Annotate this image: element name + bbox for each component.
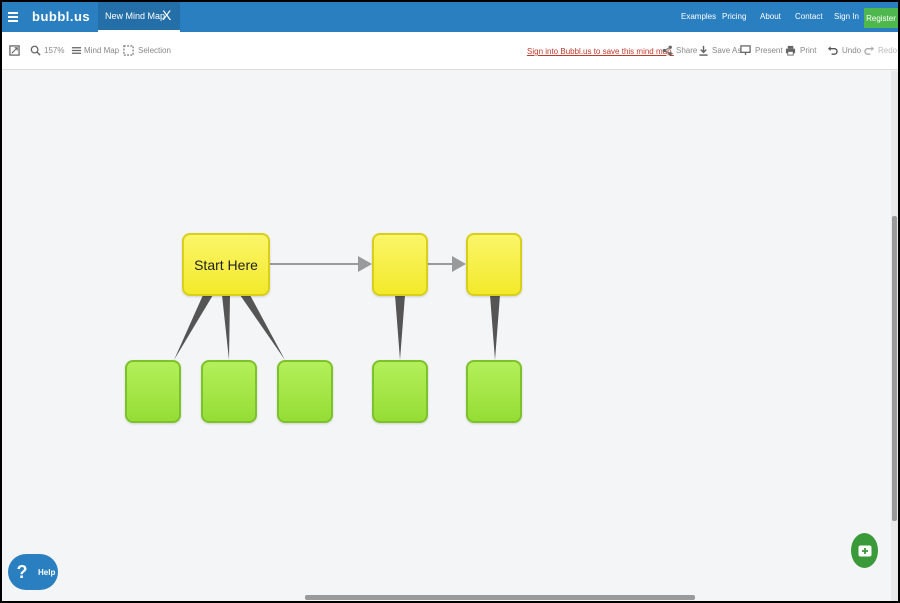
topic-node[interactable] <box>372 233 428 296</box>
subtopic-node[interactable] <box>201 360 257 423</box>
logo[interactable]: bubbl.us <box>32 9 90 24</box>
nav-examples[interactable]: Examples <box>681 12 716 21</box>
nav-pricing[interactable]: Pricing <box>722 12 746 21</box>
question-icon: ? <box>16 562 28 582</box>
redo-icon[interactable] <box>864 45 875 56</box>
subtopic-node[interactable] <box>372 360 428 423</box>
print-button[interactable]: Print <box>800 46 816 55</box>
vertical-scroll-thumb[interactable] <box>892 216 897 521</box>
tab-label: New Mind Map <box>105 11 166 21</box>
fit-screen-icon[interactable] <box>9 45 20 56</box>
register-button[interactable]: Register <box>864 8 898 28</box>
save-as-button[interactable]: Save As <box>712 46 741 55</box>
toolbar: 157% Mind Map Selection Sign into Bubbl.… <box>2 32 898 70</box>
view-mode-button[interactable]: Mind Map <box>84 46 119 55</box>
branch-connector <box>222 295 230 360</box>
branch-connector <box>240 295 285 360</box>
arrow-head <box>452 256 466 272</box>
present-icon[interactable] <box>740 45 751 56</box>
undo-button[interactable]: Undo <box>842 46 861 55</box>
horizontal-scroll-thumb[interactable] <box>305 595 695 600</box>
redo-button[interactable]: Redo <box>878 46 897 55</box>
selection-button[interactable]: Selection <box>138 46 171 55</box>
vertical-scrollbar[interactable] <box>891 71 898 601</box>
nav-sign-in[interactable]: Sign In <box>834 12 859 21</box>
hamburger-menu-icon[interactable] <box>2 2 24 32</box>
branch-connector <box>174 295 213 360</box>
list-icon[interactable] <box>71 45 82 56</box>
print-icon[interactable] <box>785 45 796 56</box>
present-button[interactable]: Present <box>755 46 783 55</box>
branch-connector <box>395 295 405 360</box>
nav-about[interactable]: About <box>760 12 781 21</box>
subtopic-node[interactable] <box>466 360 522 423</box>
zoom-level[interactable]: 157% <box>44 46 64 55</box>
share-button[interactable]: Share <box>676 46 697 55</box>
help-label: Help <box>38 567 56 577</box>
nav-contact[interactable]: Contact <box>795 12 823 21</box>
connector-layer <box>174 256 500 360</box>
help-button[interactable]: ? Help <box>8 554 58 590</box>
close-icon[interactable]: X <box>162 7 171 23</box>
sign-in-to-save-link[interactable]: Sign into Bubbl.us to save this mind map… <box>527 47 674 56</box>
app-window: bubbl.us New Mind Map X Examples Pricing… <box>2 2 898 601</box>
root-node-label: Start Here <box>194 256 258 273</box>
subtopic-node[interactable] <box>277 360 333 423</box>
topic-node[interactable] <box>466 233 522 296</box>
subtopic-node[interactable] <box>125 360 181 423</box>
add-node-button[interactable] <box>851 533 878 568</box>
selection-icon[interactable] <box>123 45 134 56</box>
download-icon[interactable] <box>698 45 709 56</box>
top-bar: bubbl.us New Mind Map X Examples Pricing… <box>2 2 898 32</box>
tab-new-mind-map[interactable]: New Mind Map X <box>98 2 180 32</box>
branch-connector <box>490 295 500 360</box>
undo-icon[interactable] <box>827 45 838 56</box>
arrow-head <box>358 256 372 272</box>
mind-map-canvas[interactable]: Start Here <box>2 71 891 601</box>
root-node[interactable]: Start Here <box>182 233 270 296</box>
share-icon[interactable] <box>662 45 673 56</box>
zoom-icon[interactable] <box>30 45 41 56</box>
add-icon <box>858 545 871 556</box>
